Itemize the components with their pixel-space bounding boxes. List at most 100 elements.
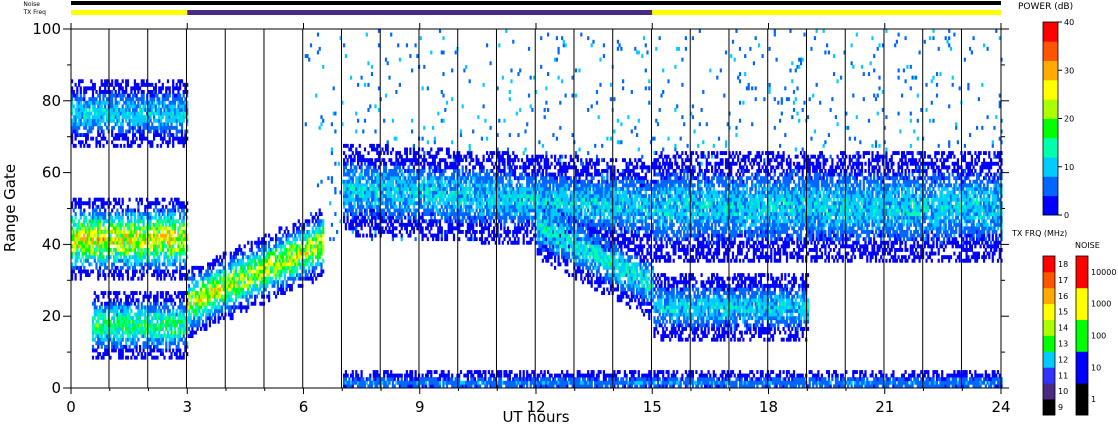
heatmap-cell xyxy=(383,179,386,184)
heatmap-cell xyxy=(367,215,370,220)
heatmap-cell xyxy=(231,265,234,270)
heatmap-cell xyxy=(86,258,89,263)
heatmap-cell xyxy=(308,230,311,234)
heatmap-cell xyxy=(205,319,208,324)
heatmap-cell xyxy=(121,355,124,360)
heatmap-cell xyxy=(254,280,257,285)
heatmap-cell xyxy=(438,222,442,227)
heatmap-cell xyxy=(88,251,91,256)
heatmap-cell xyxy=(88,143,91,148)
heatmap-cell xyxy=(430,147,433,152)
heatmap-cell xyxy=(383,215,386,220)
heatmap-cell xyxy=(100,79,103,84)
heatmap-cell xyxy=(442,72,445,76)
heatmap-cell xyxy=(440,226,443,231)
heatmap-cell xyxy=(111,90,114,94)
heatmap-cell xyxy=(416,226,419,231)
heatmap-cell xyxy=(112,298,116,303)
heatmap-cell xyxy=(445,237,449,242)
heatmap-cell xyxy=(419,197,422,202)
heatmap-cell xyxy=(445,187,449,191)
heatmap-cell xyxy=(142,129,145,134)
heatmap-cell xyxy=(313,222,316,227)
heatmap-cell xyxy=(182,334,185,338)
heatmap-cell xyxy=(161,115,164,120)
heatmap-cell xyxy=(411,373,414,378)
heatmap-cell xyxy=(173,276,177,281)
heatmap-cell xyxy=(142,348,145,353)
heatmap-cell xyxy=(175,269,178,274)
heatmap-cell xyxy=(358,143,361,148)
heatmap-cell xyxy=(76,248,79,252)
heatmap-cell xyxy=(81,140,84,145)
heatmap-cell xyxy=(369,377,372,382)
heatmap-cell xyxy=(93,316,96,321)
heatmap-cell xyxy=(121,222,124,227)
heatmap-cell xyxy=(423,197,426,202)
heatmap-cell xyxy=(316,50,320,55)
heatmap-cell xyxy=(166,269,170,274)
heatmap-cell xyxy=(79,93,82,98)
heatmap-cell xyxy=(133,125,136,130)
heatmap-cell xyxy=(391,237,394,242)
heatmap-cell xyxy=(161,230,164,234)
heatmap-cell xyxy=(142,97,145,102)
heatmap-cell xyxy=(111,133,114,137)
heatmap-cell xyxy=(109,255,112,260)
heatmap-cell xyxy=(154,212,157,216)
heatmap-cell xyxy=(158,104,161,109)
heatmap-cell xyxy=(306,262,309,267)
heatmap-cell xyxy=(412,147,415,152)
heatmap-cell xyxy=(135,136,138,141)
heatmap-cell xyxy=(177,294,180,299)
heatmap-cell xyxy=(149,212,152,216)
heatmap-cell xyxy=(384,169,388,173)
heatmap-cell xyxy=(365,208,368,213)
heatmap-cell xyxy=(121,129,124,134)
heatmap-cell xyxy=(419,201,422,206)
heatmap-cell xyxy=(102,255,105,260)
heatmap-cell xyxy=(170,255,173,260)
heatmap-cell xyxy=(179,215,182,220)
heatmap-cell xyxy=(414,43,417,48)
heatmap-cell xyxy=(95,251,98,256)
heatmap-cell xyxy=(140,323,143,328)
heatmap-cell xyxy=(119,143,122,148)
heatmap-cell xyxy=(334,129,337,134)
heatmap-cell xyxy=(295,265,299,270)
heatmap-cell xyxy=(376,194,379,198)
heatmap-cell xyxy=(391,215,394,220)
heatmap-cell xyxy=(102,118,105,123)
heatmap-cell xyxy=(126,251,129,256)
heatmap-cell xyxy=(170,294,173,299)
heatmap-cell xyxy=(442,93,445,98)
heatmap-cell xyxy=(112,273,116,277)
heatmap-cell xyxy=(351,222,354,227)
heatmap-cell xyxy=(234,269,238,274)
heatmap-cell xyxy=(144,330,147,335)
heatmap-cell xyxy=(161,248,164,252)
heatmap-cell xyxy=(243,265,246,270)
heatmap-cell xyxy=(285,269,288,274)
heatmap-cell xyxy=(440,176,443,181)
heatmap-cell xyxy=(102,129,105,134)
heatmap-cell xyxy=(130,301,133,306)
heatmap-cell xyxy=(360,222,363,227)
heatmap-cell xyxy=(320,262,323,267)
heatmap-cell xyxy=(287,230,290,234)
heatmap-cell xyxy=(264,262,267,267)
heatmap-cell xyxy=(308,265,311,270)
heatmap-cell xyxy=(161,327,164,331)
heatmap-cell xyxy=(112,319,116,324)
heatmap-cell xyxy=(353,154,356,159)
heatmap-cell xyxy=(355,129,358,134)
heatmap-cell xyxy=(149,291,152,295)
heatmap-cell xyxy=(369,230,372,234)
heatmap-cell xyxy=(360,208,363,213)
heatmap-cell xyxy=(119,269,122,274)
heatmap-cell xyxy=(395,154,398,159)
heatmap-cell xyxy=(97,344,100,349)
heatmap-cell xyxy=(332,86,335,91)
heatmap-cell xyxy=(362,204,365,209)
heatmap-cell xyxy=(292,280,295,285)
